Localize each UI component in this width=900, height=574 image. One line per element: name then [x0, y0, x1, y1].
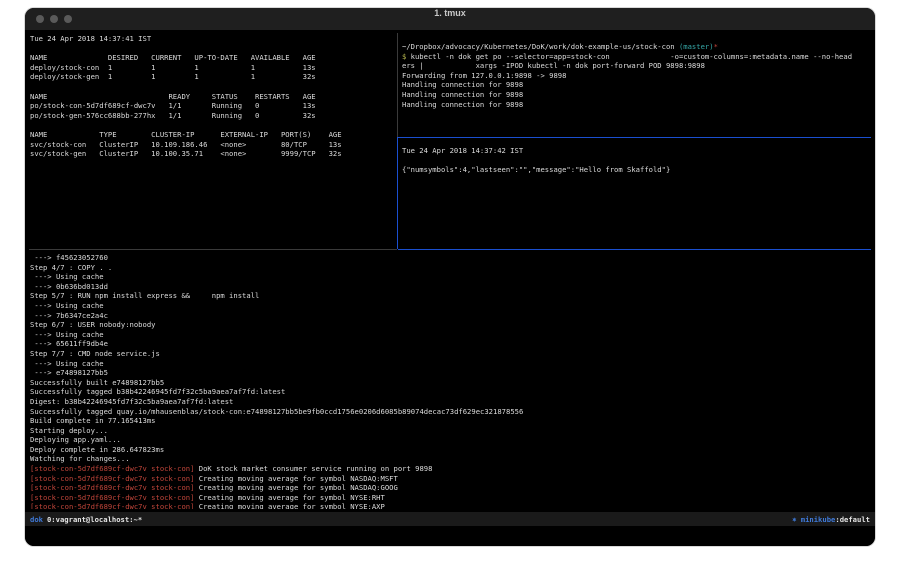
git-branch: (master) — [679, 42, 714, 51]
curl-watch-output: Tue 24 Apr 2018 14:37:42 IST {"numsymbol… — [402, 146, 870, 175]
pane-divider-horizontal-right2-active — [398, 249, 871, 250]
tmux-status-bar: dok 0:vagrant@localhost:~* ⎈ minikube:def… — [25, 512, 875, 526]
pane-port-forward[interactable]: ~/Dropbox/advocacy/Kubernetes/DoK/work/d… — [402, 42, 870, 136]
pod-log-message: Creating moving average for symbol NYSE:… — [194, 493, 384, 502]
shell-command-line: $ kubectl -n dok get po --selector=app=s… — [402, 52, 870, 62]
pane-divider-horizontal-left — [29, 249, 397, 250]
window-title: 1. tmux — [25, 8, 875, 30]
pod-log-message: Creating moving average for symbol NYSE:… — [194, 502, 384, 509]
titlebar: 1. tmux — [25, 8, 875, 31]
cwd-path: ~/Dropbox/advocacy/Kubernetes/DoK/work/d… — [402, 42, 679, 51]
shell-path-line: ~/Dropbox/advocacy/Kubernetes/DoK/work/d… — [402, 42, 870, 52]
status-left: dok 0:vagrant@localhost:~* — [30, 515, 146, 524]
pod-log-message: DoK stock market consumer service runnin… — [194, 464, 432, 473]
pane-divider-horizontal-right-active — [398, 137, 871, 138]
desktop: 1. tmux Tue 24 Apr 2018 14:37:41 IST NAM… — [0, 0, 900, 574]
kubectl-port-forward-command: kubectl -n dok get po --selector=app=sto… — [406, 52, 852, 61]
terminal-window: 1. tmux Tue 24 Apr 2018 14:37:41 IST NAM… — [25, 8, 875, 546]
stock-con-log-line: [stock-con-5d7df689cf-dwc7v stock-con] C… — [30, 502, 870, 509]
pane-kubectl-watch[interactable]: Tue 24 Apr 2018 14:37:41 IST NAME DESIRE… — [30, 34, 397, 246]
pod-log-prefix: [stock-con-5d7df689cf-dwc7v stock-con] — [30, 493, 194, 502]
pane-curl-watch[interactable]: Tue 24 Apr 2018 14:37:42 IST {"numsymbol… — [402, 146, 870, 246]
helm-icon: ⎈ — [792, 515, 801, 524]
window-tab[interactable]: 0:vagrant@localhost:~* — [47, 515, 142, 524]
skaffold-build-output: ---> f45623052760Step 4/7 : COPY . . ---… — [30, 253, 870, 464]
kubectl-watch-output: Tue 24 Apr 2018 14:37:41 IST NAME DESIRE… — [30, 34, 397, 159]
stock-con-log-line: [stock-con-5d7df689cf-dwc7v stock-con] D… — [30, 464, 870, 474]
pod-log-prefix: [stock-con-5d7df689cf-dwc7v stock-con] — [30, 464, 194, 473]
pod-log-prefix: [stock-con-5d7df689cf-dwc7v stock-con] — [30, 474, 194, 483]
session-name: dok — [30, 515, 43, 524]
stock-con-log-line: [stock-con-5d7df689cf-dwc7v stock-con] C… — [30, 493, 870, 503]
status-right: ⎈ minikube:default — [792, 515, 870, 524]
pod-log-message: Creating moving average for symbol NASDA… — [194, 483, 397, 492]
git-dirty-flag: * — [714, 42, 718, 51]
port-forward-output: ers | xargs -IPOD kubectl -n dok port-fo… — [402, 61, 870, 109]
stock-con-log-line: [stock-con-5d7df689cf-dwc7v stock-con] C… — [30, 474, 870, 484]
pane-divider-vertical-bottom-active — [397, 137, 398, 249]
pod-log-prefix: [stock-con-5d7df689cf-dwc7v stock-con] — [30, 483, 194, 492]
kube-namespace: :default — [835, 515, 870, 524]
stock-con-log-line: [stock-con-5d7df689cf-dwc7v stock-con] C… — [30, 483, 870, 493]
pane-skaffold-build[interactable]: ---> f45623052760Step 4/7 : COPY . . ---… — [30, 253, 870, 509]
pod-log-prefix: [stock-con-5d7df689cf-dwc7v stock-con] — [30, 502, 194, 509]
pod-log-message: Creating moving average for symbol NASDA… — [194, 474, 397, 483]
pane-divider-vertical-top — [397, 33, 398, 137]
kube-context: minikube — [801, 515, 836, 524]
tmux-terminal: Tue 24 Apr 2018 14:37:41 IST NAME DESIRE… — [25, 31, 875, 546]
